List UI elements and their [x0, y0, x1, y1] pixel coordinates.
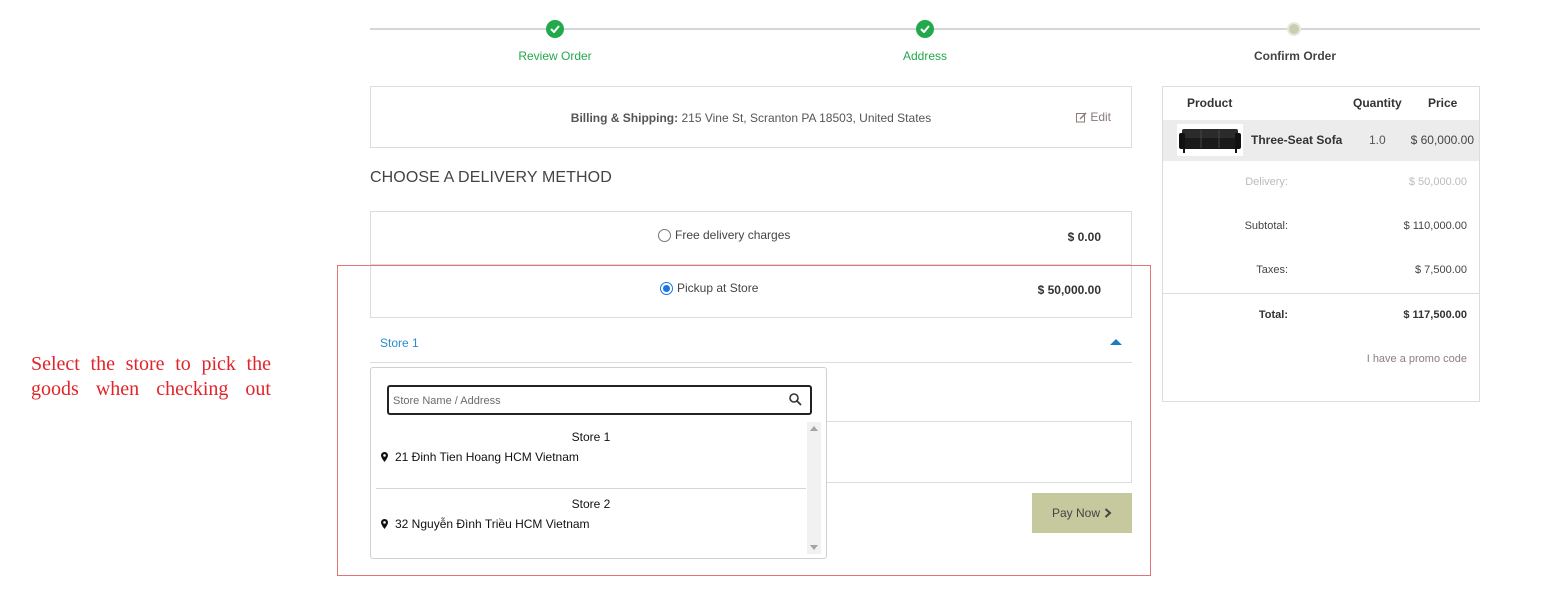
- summary-header-quantity: Quantity: [1353, 96, 1402, 110]
- delivery-option-free-label[interactable]: Free delivery charges: [658, 228, 790, 242]
- billing-shipping-text: Billing & Shipping: 215 Vine St, Scranto…: [371, 111, 1131, 125]
- annotation-note: Select the store to pick the goods when …: [31, 353, 271, 400]
- step-review-check-icon: [546, 20, 564, 38]
- step-address[interactable]: Address: [825, 49, 1025, 63]
- step-confirm-order: Confirm Order: [1253, 49, 1336, 63]
- summary-delivery-label: Delivery:: [1245, 176, 1288, 188]
- step-review-order[interactable]: Review Order: [455, 49, 655, 63]
- summary-header-price: Price: [1428, 96, 1458, 110]
- summary-subtotal-label: Subtotal:: [1244, 220, 1288, 232]
- billing-shipping-box: Billing & Shipping: 215 Vine St, Scranto…: [370, 86, 1132, 148]
- delivery-method-title: CHOOSE A DELIVERY METHOD: [370, 169, 612, 186]
- summary-product-name: Three-Seat Sofa: [1251, 133, 1343, 147]
- summary-taxes-value: $ 7,500.00: [1415, 264, 1467, 276]
- summary-taxes-label: Taxes:: [1256, 264, 1288, 276]
- summary-subtotal-value: $ 110,000.00: [1403, 220, 1467, 232]
- summary-total-value: $ 117,500.00: [1403, 309, 1467, 321]
- step-confirm-dot-icon: [1287, 22, 1301, 36]
- sofa-product-image: [1177, 124, 1243, 156]
- annotation-highlight-box: [337, 265, 1151, 576]
- edit-address-link[interactable]: Edit: [1076, 110, 1111, 124]
- edit-icon: [1076, 112, 1087, 122]
- summary-delivery-value: $ 50,000.00: [1408, 176, 1467, 188]
- promo-code-link[interactable]: I have a promo code: [1367, 353, 1467, 365]
- summary-total-label: Total:: [1258, 309, 1288, 321]
- summary-product-quantity: 1.0: [1369, 133, 1386, 147]
- radio-free-delivery[interactable]: [658, 228, 671, 242]
- edit-label: Edit: [1090, 110, 1111, 124]
- billing-shipping-label: Billing & Shipping:: [570, 111, 679, 125]
- order-summary: Product Quantity Price Three-Seat Sofa 1…: [1162, 86, 1480, 402]
- delivery-option-free-text: Free delivery charges: [675, 228, 791, 242]
- billing-shipping-value: 215 Vine St, Scranton PA 18503, United S…: [681, 111, 932, 125]
- summary-product-price: $ 60,000.00: [1410, 133, 1474, 147]
- delivery-option-free[interactable]: Free delivery charges $ 0.00: [370, 211, 1132, 265]
- delivery-option-free-price: $ 0.00: [1067, 230, 1101, 244]
- summary-header-product: Product: [1187, 96, 1233, 110]
- step-address-check-icon: [916, 20, 934, 38]
- summary-divider: [1163, 293, 1479, 294]
- summary-product-row: Three-Seat Sofa 1.0 $ 60,000.00: [1163, 120, 1479, 161]
